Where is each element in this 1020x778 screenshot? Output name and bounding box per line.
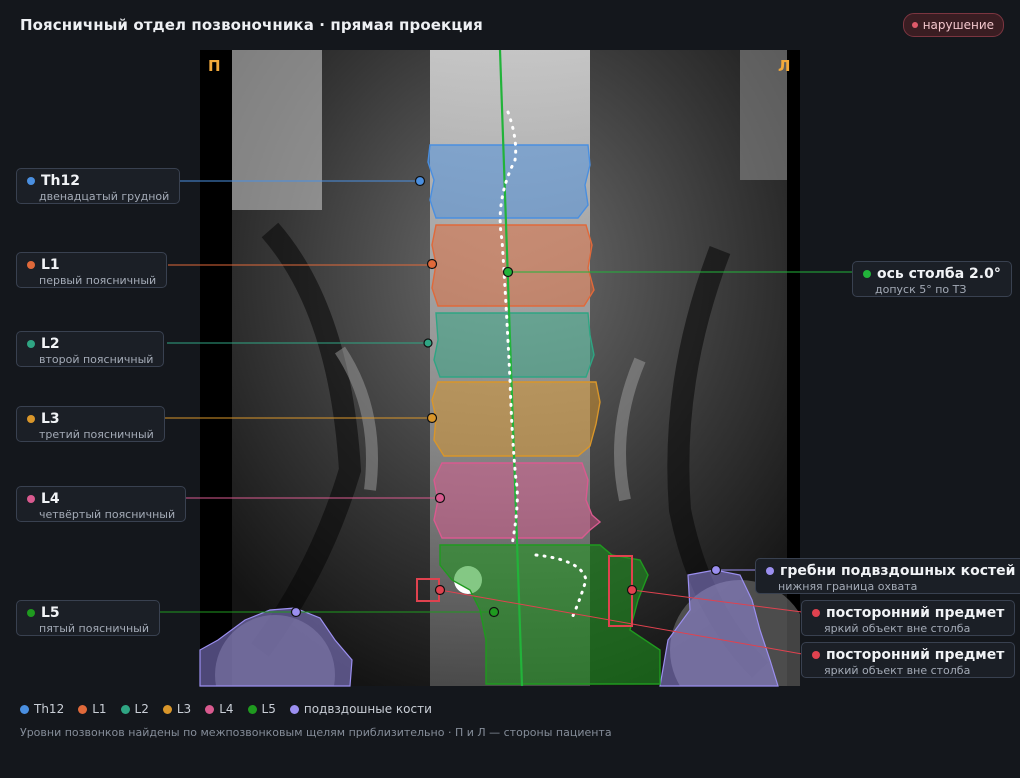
label-card-foreign-2[interactable]: посторонний предмет яркий объект вне сто… (801, 642, 1016, 678)
label-desc: допуск 5° по ТЗ (875, 283, 967, 296)
label-name: L1 (41, 257, 60, 273)
l2-vertebra-region (433, 312, 595, 378)
legend-dot-icon (78, 704, 88, 714)
label-name: гребни подвздошных костей (780, 563, 1016, 579)
legend-label: подвздошные кости (303, 702, 432, 716)
iliac-dot-icon (766, 567, 774, 575)
label-name: L4 (41, 491, 60, 507)
label-name: Th12 (41, 173, 80, 189)
label-name: L2 (41, 336, 60, 352)
label-desc: третий поясничный (39, 428, 154, 441)
th12-vertebra-region (427, 144, 591, 219)
label-name: L3 (41, 411, 60, 427)
label-card-th12[interactable]: Th12 двенадцатый грудной (16, 168, 181, 204)
th12-anchor (414, 175, 426, 187)
l3-vertebra-region (431, 381, 601, 457)
iliac-anchor-left (290, 606, 302, 618)
legend-dot-icon (289, 704, 299, 714)
side-marker-right: П (208, 57, 221, 75)
legend-dot-icon (205, 704, 215, 714)
legend-item-th12[interactable]: Th12 (20, 702, 64, 716)
label-card-l5[interactable]: L5 пятый поясничный (16, 600, 160, 636)
l4-anchor (434, 492, 446, 504)
foreign1-anchor (626, 584, 638, 596)
label-desc: яркий объект вне столба (824, 622, 971, 635)
legend-item-l1[interactable]: L1 (78, 702, 107, 716)
legend: Th12 L1 L2 L3 L4 L5 подвздошные кости (20, 702, 432, 716)
side-marker-left: Л (778, 57, 791, 75)
label-desc: пятый поясничный (39, 622, 149, 635)
label-card-l3[interactable]: L3 третий поясничный (16, 406, 165, 442)
foreign2-anchor (434, 584, 446, 596)
legend-dot-icon (162, 704, 172, 714)
l2-anchor (423, 338, 433, 348)
l2-dot-icon (27, 340, 35, 348)
legend-label: L3 (176, 702, 192, 716)
l3-anchor (426, 412, 438, 424)
legend-dot-icon (247, 704, 257, 714)
l5-vertebra-region (439, 544, 661, 685)
label-card-iliac[interactable]: гребни подвздошных костей нижняя граница… (755, 558, 1020, 594)
legend-dot-icon (120, 704, 130, 714)
legend-item-l5[interactable]: L5 (247, 702, 276, 716)
l1-dot-icon (27, 261, 35, 269)
legend-label: L4 (219, 702, 234, 716)
label-desc: первый поясничный (39, 274, 157, 287)
label-name: посторонний предмет (826, 605, 1005, 621)
iliac-anchor-right (710, 564, 722, 576)
l1-anchor (426, 258, 438, 270)
footer-note: Уровни позвонков найдены по межпозвонков… (20, 726, 612, 739)
foreign-dot-icon (812, 609, 820, 617)
l1-vertebra-region (431, 224, 595, 307)
label-card-l2[interactable]: L2 второй поясничный (16, 331, 165, 367)
legend-item-l4[interactable]: L4 (205, 702, 234, 716)
legend-dot-icon (20, 704, 29, 714)
iliac-left-region (199, 607, 353, 687)
legend-item-iliac[interactable]: подвздошные кости (289, 702, 432, 716)
l5-anchor (488, 606, 500, 618)
legend-label: Th12 (34, 702, 65, 716)
label-name: ось столба 2.0° (877, 266, 1001, 282)
label-desc: второй поясничный (39, 353, 154, 366)
l3-dot-icon (27, 415, 35, 423)
foreign-dot-icon (812, 651, 820, 659)
legend-label: L2 (134, 702, 149, 716)
label-desc: нижняя граница охвата (778, 580, 918, 593)
legend-item-l2[interactable]: L2 (120, 702, 149, 716)
th12-dot-icon (27, 177, 35, 185)
label-card-l4[interactable]: L4 четвёртый поясничный (16, 486, 187, 522)
l5-dot-icon (27, 609, 35, 617)
axis-anchor (502, 266, 514, 278)
label-desc: двенадцатый грудной (39, 190, 170, 203)
axis-dot-icon (863, 270, 871, 278)
legend-item-l3[interactable]: L3 (162, 702, 192, 716)
label-card-foreign-1[interactable]: посторонний предмет яркий объект вне сто… (801, 600, 1016, 636)
label-desc: четвёртый поясничный (39, 508, 176, 521)
label-name: посторонний предмет (826, 647, 1005, 663)
label-card-l1[interactable]: L1 первый поясничный (16, 252, 168, 288)
label-desc: яркий объект вне столба (824, 664, 971, 677)
legend-label: L5 (261, 702, 276, 716)
legend-label: L1 (92, 702, 107, 716)
l4-dot-icon (27, 495, 35, 503)
label-name: L5 (41, 605, 60, 621)
label-card-axis[interactable]: ось столба 2.0° допуск 5° по ТЗ (852, 261, 1012, 297)
